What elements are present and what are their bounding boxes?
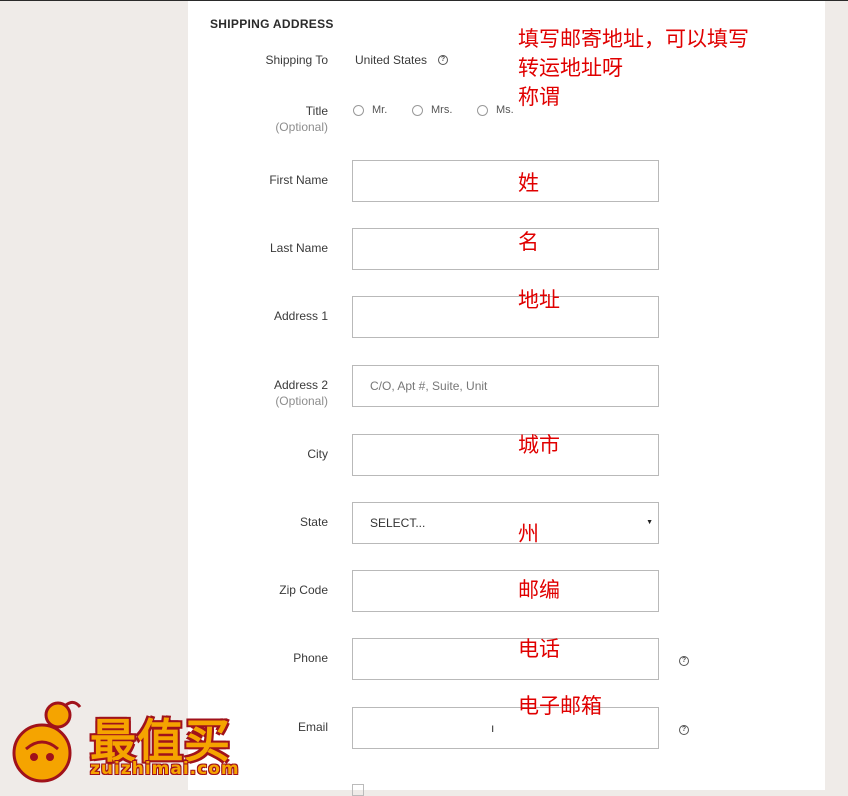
state-label: State [299,515,328,529]
first-name-label: First Name [269,173,328,187]
address2-label-text: Address 2 [273,378,328,392]
checkbox-icon[interactable] [352,784,364,796]
zip-input[interactable] [352,570,659,612]
city-label: City [307,447,328,461]
last-name-label: Last Name [269,241,328,255]
annotation-line: 转运地址呀 [518,56,623,80]
shipping-to-label: Shipping To [265,53,329,67]
zip-label: Zip Code [279,583,328,597]
address2-label: Address 2 (Optional) [274,377,328,409]
state-selected-value: SELECT... [370,516,426,530]
radio-ms[interactable]: Ms. [477,104,514,116]
radio-label: Mr. [372,104,388,116]
gourd-mascot-icon [12,700,82,783]
radio-label: Mrs. [431,104,453,116]
section-title: SHIPPING ADDRESS [210,17,334,31]
radio-label: Ms. [496,104,514,116]
address1-input[interactable] [352,296,659,338]
last-name-input[interactable] [352,228,659,270]
radio-mr[interactable]: Mr. [353,104,387,116]
help-icon[interactable]: ? [438,55,448,65]
annotation-first-name: 姓 [518,171,539,195]
title-label-text: Title [305,104,328,118]
caret-down-icon: ▼ [646,519,653,526]
watermark-url: zuizhimai.com [90,759,240,779]
annotation-line: 称谓 [518,85,560,109]
annotation-phone: 电话 [518,637,560,661]
annotation-zip: 邮编 [518,578,560,602]
radio-circle-icon[interactable] [412,104,423,116]
shipping-to-value: United States [355,53,428,67]
first-name-input[interactable] [352,160,659,202]
state-select[interactable]: SELECT... ▼ [352,502,659,544]
optional-label: (Optional) [275,394,328,408]
annotation-address: 地址 [518,288,560,312]
annotation-last-name: 名 [518,230,539,254]
email-label: Email [297,720,328,734]
phone-input[interactable] [352,638,659,680]
checkbox-row[interactable] [352,784,374,796]
address1-label: Address 1 [273,309,328,323]
title-label: Title (Optional) [275,103,328,135]
annotation-state: 州 [518,522,539,546]
address2-input[interactable]: C/O, Apt #, Suite, Unit [352,365,659,407]
email-input[interactable]: ı [352,707,659,749]
optional-label: (Optional) [275,120,328,134]
annotation-city: 城市 [518,433,560,457]
city-input[interactable] [352,434,659,476]
phone-label: Phone [293,651,328,665]
help-icon[interactable]: ? [679,725,689,735]
zuizhimai-watermark: 最值买 zuizhimai.com [6,697,298,785]
radio-circle-icon[interactable] [353,104,364,116]
radio-circle-icon[interactable] [477,104,488,116]
radio-mrs[interactable]: Mrs. [412,104,452,116]
annotation-line: 填写邮寄地址，可以填写 [518,27,749,51]
annotation-email: 电子邮箱 [518,694,602,718]
help-icon[interactable]: ? [679,656,689,666]
annotation-header: 填写邮寄地址，可以填写 转运地址呀 称谓 [518,25,749,112]
